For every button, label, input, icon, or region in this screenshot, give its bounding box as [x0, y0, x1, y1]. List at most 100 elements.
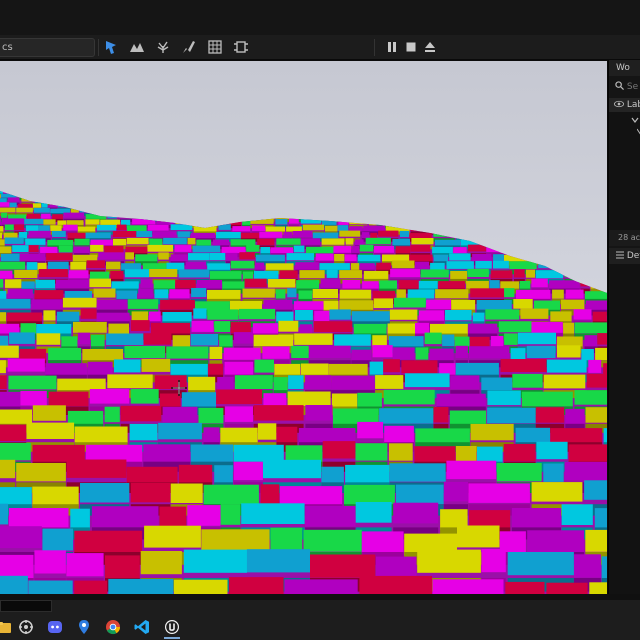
voxel-block-top — [466, 280, 489, 290]
landscape-mode-icon[interactable] — [129, 39, 145, 55]
voxel-block-top — [253, 405, 304, 421]
active-app-indicator — [164, 637, 180, 639]
voxel-block-top — [392, 260, 415, 269]
voxel-block-top — [504, 333, 518, 345]
unreal-engine-icon[interactable] — [164, 619, 180, 635]
voxel-block-top — [332, 408, 379, 424]
voxel-block-top — [387, 323, 415, 335]
vscode-icon[interactable] — [134, 619, 150, 635]
stop-icon[interactable] — [403, 39, 419, 55]
voxel-block-top — [344, 484, 395, 505]
voxel-block-top — [561, 504, 593, 525]
mode-tab[interactable]: cs — [0, 38, 95, 57]
voxel-block-top — [420, 269, 449, 278]
voxel-block-top — [359, 575, 433, 594]
pause-icon[interactable] — [384, 39, 400, 55]
voxel-block-top — [193, 308, 207, 319]
voxel-block-top — [588, 359, 602, 373]
voxel-block-top — [33, 207, 50, 213]
voxel-block-top — [0, 270, 13, 279]
voxel-block-top — [98, 252, 125, 260]
outliner-search-input[interactable]: Se — [609, 79, 640, 95]
voxel-block-top — [404, 373, 450, 388]
voxel-block-top — [400, 230, 409, 237]
voxel-block-top — [96, 299, 128, 310]
voxel-block-top — [357, 392, 382, 408]
voxel-block-top — [149, 269, 178, 278]
voxel-block-top — [80, 308, 97, 319]
voxel-block-top — [457, 525, 500, 548]
chevron-down-icon[interactable] — [631, 116, 639, 124]
voxel-block-top — [24, 218, 44, 225]
fracture-mode-icon[interactable] — [207, 39, 223, 55]
voxel-block-top — [174, 579, 228, 594]
voxel-block-top — [178, 464, 213, 484]
voxel-block-top — [449, 410, 487, 426]
voxel-block-top — [0, 232, 2, 239]
voxel-block-top — [296, 280, 319, 289]
voxel-block-top — [389, 463, 446, 482]
outliner-tree[interactable] — [609, 112, 640, 230]
voxel-block-top — [18, 232, 27, 239]
voxel-block-top — [331, 393, 358, 409]
voxel-block-top — [333, 246, 351, 253]
voxel-block-top — [40, 246, 58, 254]
voxel-block-top — [550, 311, 572, 322]
voxel-block-top — [50, 225, 62, 231]
voxel-block-top — [418, 310, 445, 321]
select-mode-icon[interactable] — [103, 39, 119, 55]
mesh-paint-icon[interactable] — [181, 39, 197, 55]
voxel-block-top — [125, 252, 134, 260]
voxel-block-top — [246, 549, 310, 573]
voxel-block-top — [417, 549, 481, 573]
modeling-mode-icon[interactable] — [233, 39, 249, 55]
voxel-block-top — [124, 345, 166, 359]
voxel-block-top — [175, 279, 196, 289]
visibility-eye-icon[interactable] — [614, 100, 624, 108]
voxel-block-top — [0, 442, 31, 461]
chrome-icon[interactable] — [105, 619, 121, 635]
voxel-block-top — [207, 309, 239, 320]
voxel-block-top — [392, 347, 415, 360]
voxel-block-top — [116, 290, 137, 300]
voxel-block-top — [152, 231, 177, 238]
voxel-block-top — [0, 219, 2, 226]
voxel-block-top — [254, 359, 274, 373]
taskbar-search-box[interactable] — [0, 600, 52, 612]
file-explorer-icon[interactable] — [0, 619, 12, 635]
voxel-block-top — [126, 237, 149, 245]
voxel-block-top — [496, 463, 542, 482]
voxel-block-top — [25, 225, 39, 232]
voxel-block-top — [270, 247, 293, 255]
voxel-block-top — [601, 556, 607, 580]
voxel-block-top — [560, 299, 585, 310]
voxel-block-top — [127, 299, 159, 309]
voxel-block-top — [450, 375, 480, 390]
voxel-block-top — [453, 247, 467, 254]
voxel-block-top — [80, 483, 130, 503]
voxel-block-top — [519, 281, 531, 290]
voxel-block-top — [505, 581, 545, 594]
voxel-block-top — [487, 390, 521, 406]
voxel-block-top — [108, 323, 129, 335]
voxel-block-top — [293, 245, 305, 253]
voxel-block-top — [89, 389, 130, 404]
level-viewport[interactable] — [0, 61, 607, 594]
voxel-block-top — [130, 320, 150, 331]
discord-icon[interactable] — [47, 619, 63, 635]
voxel-block-top — [432, 246, 453, 254]
eject-icon[interactable] — [422, 39, 438, 55]
voxel-block-top — [74, 530, 143, 553]
details-tab[interactable]: Det — [609, 248, 640, 264]
voxel-block-top — [467, 268, 489, 277]
voxel-block-top — [568, 444, 607, 462]
outliner-column-header[interactable]: Lab — [609, 98, 640, 112]
settings-icon[interactable] — [18, 619, 34, 635]
voxel-block-top — [87, 361, 113, 375]
voxel-block-top — [257, 423, 277, 440]
voxel-block-top — [160, 299, 195, 310]
voxel-block-top — [263, 299, 293, 310]
foliage-mode-icon[interactable] — [155, 39, 171, 55]
maps-icon[interactable] — [76, 619, 92, 635]
outliner-tab[interactable]: Wo — [609, 60, 640, 76]
